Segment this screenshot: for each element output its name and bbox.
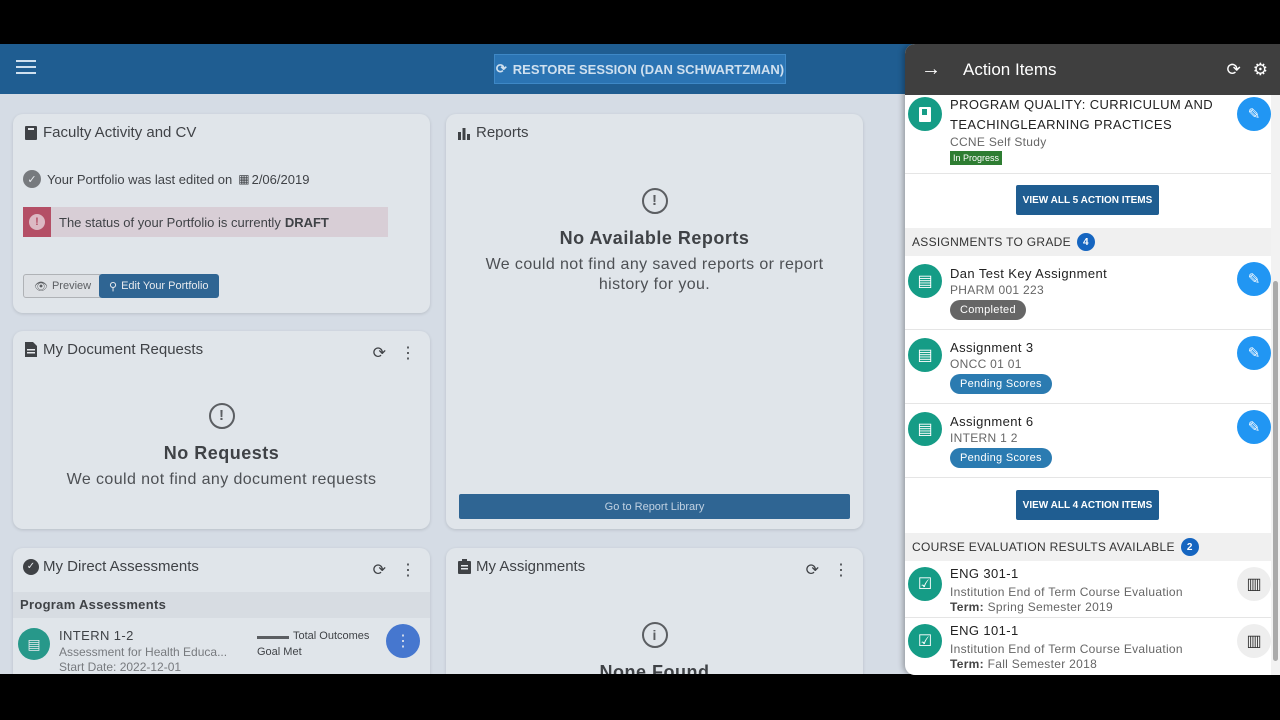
bar-chart-icon[interactable]: ▥ [1237,567,1271,601]
check-box-icon: ☑ [908,567,942,601]
my-assignments-title: My Assignments [456,558,585,575]
alert-icon: ! [23,207,51,237]
document-requests-actions: ⟳ ⋮ [373,343,416,363]
view-all-program-button[interactable]: VIEW ALL 5 ACTION ITEMS [1016,185,1159,215]
check-circle-icon: ✓ [23,558,39,575]
clipboard-icon: ▤ [18,628,50,660]
document-requests-empty: ! No Requests We could not find any docu… [13,403,430,490]
edit-portfolio-button[interactable]: ⚲ Edit Your Portfolio [99,274,219,298]
exclamation-icon: ! [208,403,235,429]
arrow-right-icon[interactable]: → [921,58,941,81]
calendar-icon: ▦ [238,172,250,186]
action-items-panel: → Action Items ⟳ ⚙ PROGRAM QUALITY: CURR… [905,44,1280,675]
status-chip: Completed [950,300,1026,320]
info-icon: i [641,622,668,648]
edit-button[interactable]: ✎ [1237,336,1271,370]
edit-button[interactable]: ✎ [1237,410,1271,444]
my-assignments-card: My Assignments ⟳ ⋮ i None Found [446,548,863,674]
assessment-row[interactable]: ▤ INTERN 1-2 Assessment for Health Educa… [13,624,430,674]
evaluation-term: Term: Spring Semester 2019 [950,600,1113,614]
assignment-item[interactable]: ▤ Assignment 6 INTERN 1 2 Pending Scores… [905,404,1271,478]
check-circle-icon: ✓ [23,170,41,188]
portfolio-status-alert: ! The status of your Portfolio is curren… [23,207,388,237]
check-box-icon: ☑ [908,624,942,658]
reports-card: Reports ! No Available Reports We could … [446,114,863,529]
document-requests-card: My Document Requests ⟳ ⋮ ! No Requests W… [13,331,430,529]
menu-icon[interactable] [16,60,36,78]
eye-icon: 👁 [34,280,48,293]
book-icon [23,125,39,141]
refresh-icon[interactable]: ⟳ [1227,60,1241,80]
edit-button[interactable]: ✎ [1237,262,1271,296]
faculty-card-title: Faculty Activity and CV [23,124,196,141]
panel-body: PROGRAM QUALITY: CURRICULUM AND TEACHING… [905,95,1271,675]
status-chip: Pending Scores [950,448,1052,468]
my-assignments-empty: i None Found [446,622,863,674]
program-action-item[interactable]: PROGRAM QUALITY: CURRICULUM AND TEACHING… [905,95,1271,174]
edit-button[interactable]: ✎ [1237,97,1271,131]
exclamation-icon: ! [641,188,668,214]
clipboard-icon: ▤ [908,412,942,446]
refresh-icon[interactable]: ⟳ [806,560,819,580]
status-badge: In Progress [950,151,1003,165]
document-icon [23,342,39,358]
direct-assessments-title: ✓ My Direct Assessments [23,558,199,575]
restore-session-button[interactable]: ⟳ RESTORE SESSION (DAN SCHWARTZMAN) [494,54,786,84]
assignment-item[interactable]: ▤ Assignment 3 ONCC 01 01 Pending Scores… [905,330,1271,404]
status-chip: Pending Scores [950,374,1052,394]
bar-chart-icon[interactable]: ▥ [1237,624,1271,658]
assignments-to-grade-header: ASSIGNMENTS TO GRADE 4 [905,228,1271,256]
book-icon [908,97,942,131]
refresh-icon[interactable]: ⟳ [373,343,386,363]
count-badge: 2 [1180,538,1199,556]
more-vert-icon[interactable]: ⋮ [833,560,849,580]
panel-scrollbar[interactable] [1271,95,1280,675]
sync-icon: ⟳ [495,61,507,76]
gear-icon[interactable]: ⚙ [1253,60,1268,80]
evaluation-item[interactable]: ☑ ENG 301-1 Institution End of Term Cour… [905,561,1271,618]
direct-assessments-card: ✓ My Direct Assessments ⟳ ⋮ Program Asse… [13,548,430,674]
report-library-button[interactable]: Go to Report Library [459,494,850,519]
search-icon: ⚲ [109,280,118,293]
more-vert-icon[interactable]: ⋮ [400,343,416,363]
count-badge: 4 [1076,233,1095,251]
last-edited-row: ✓ Your Portfolio was last edited on ▦ 2/… [23,170,309,188]
reports-empty-state: ! No Available Reports We could not find… [446,188,863,295]
refresh-icon[interactable]: ⟳ [373,560,386,580]
bar-chart-icon [456,125,472,141]
my-assignments-actions: ⟳ ⋮ [806,560,849,580]
program-assessments-header: Program Assessments [13,592,430,618]
clipboard-icon: ▤ [908,338,942,372]
document-requests-title: My Document Requests [23,341,203,358]
evaluation-term: Term: Fall Semester 2018 [950,657,1098,671]
preview-button[interactable]: 👁 Preview [23,274,103,298]
view-all-assignments-button[interactable]: VIEW ALL 4 ACTION ITEMS [1016,490,1159,520]
more-vert-button[interactable]: ⋮ [386,624,420,658]
reports-card-title: Reports [456,124,529,141]
clipboard-icon [456,559,472,575]
faculty-card: Faculty Activity and CV ✓ Your Portfolio… [13,114,430,313]
more-vert-icon[interactable]: ⋮ [400,560,416,580]
panel-header: → Action Items ⟳ ⚙ [905,44,1280,95]
evaluation-item[interactable]: ☑ ENG 101-1 Institution End of Term Cour… [905,618,1271,675]
direct-assessments-actions: ⟳ ⋮ [373,560,416,580]
clipboard-icon: ▤ [908,264,942,298]
course-evaluation-header: COURSE EVALUATION RESULTS AVAILABLE 2 [905,533,1271,561]
outcome-bar [257,636,289,639]
assignment-item[interactable]: ▤ Dan Test Key Assignment PHARM 001 223 … [905,256,1271,330]
